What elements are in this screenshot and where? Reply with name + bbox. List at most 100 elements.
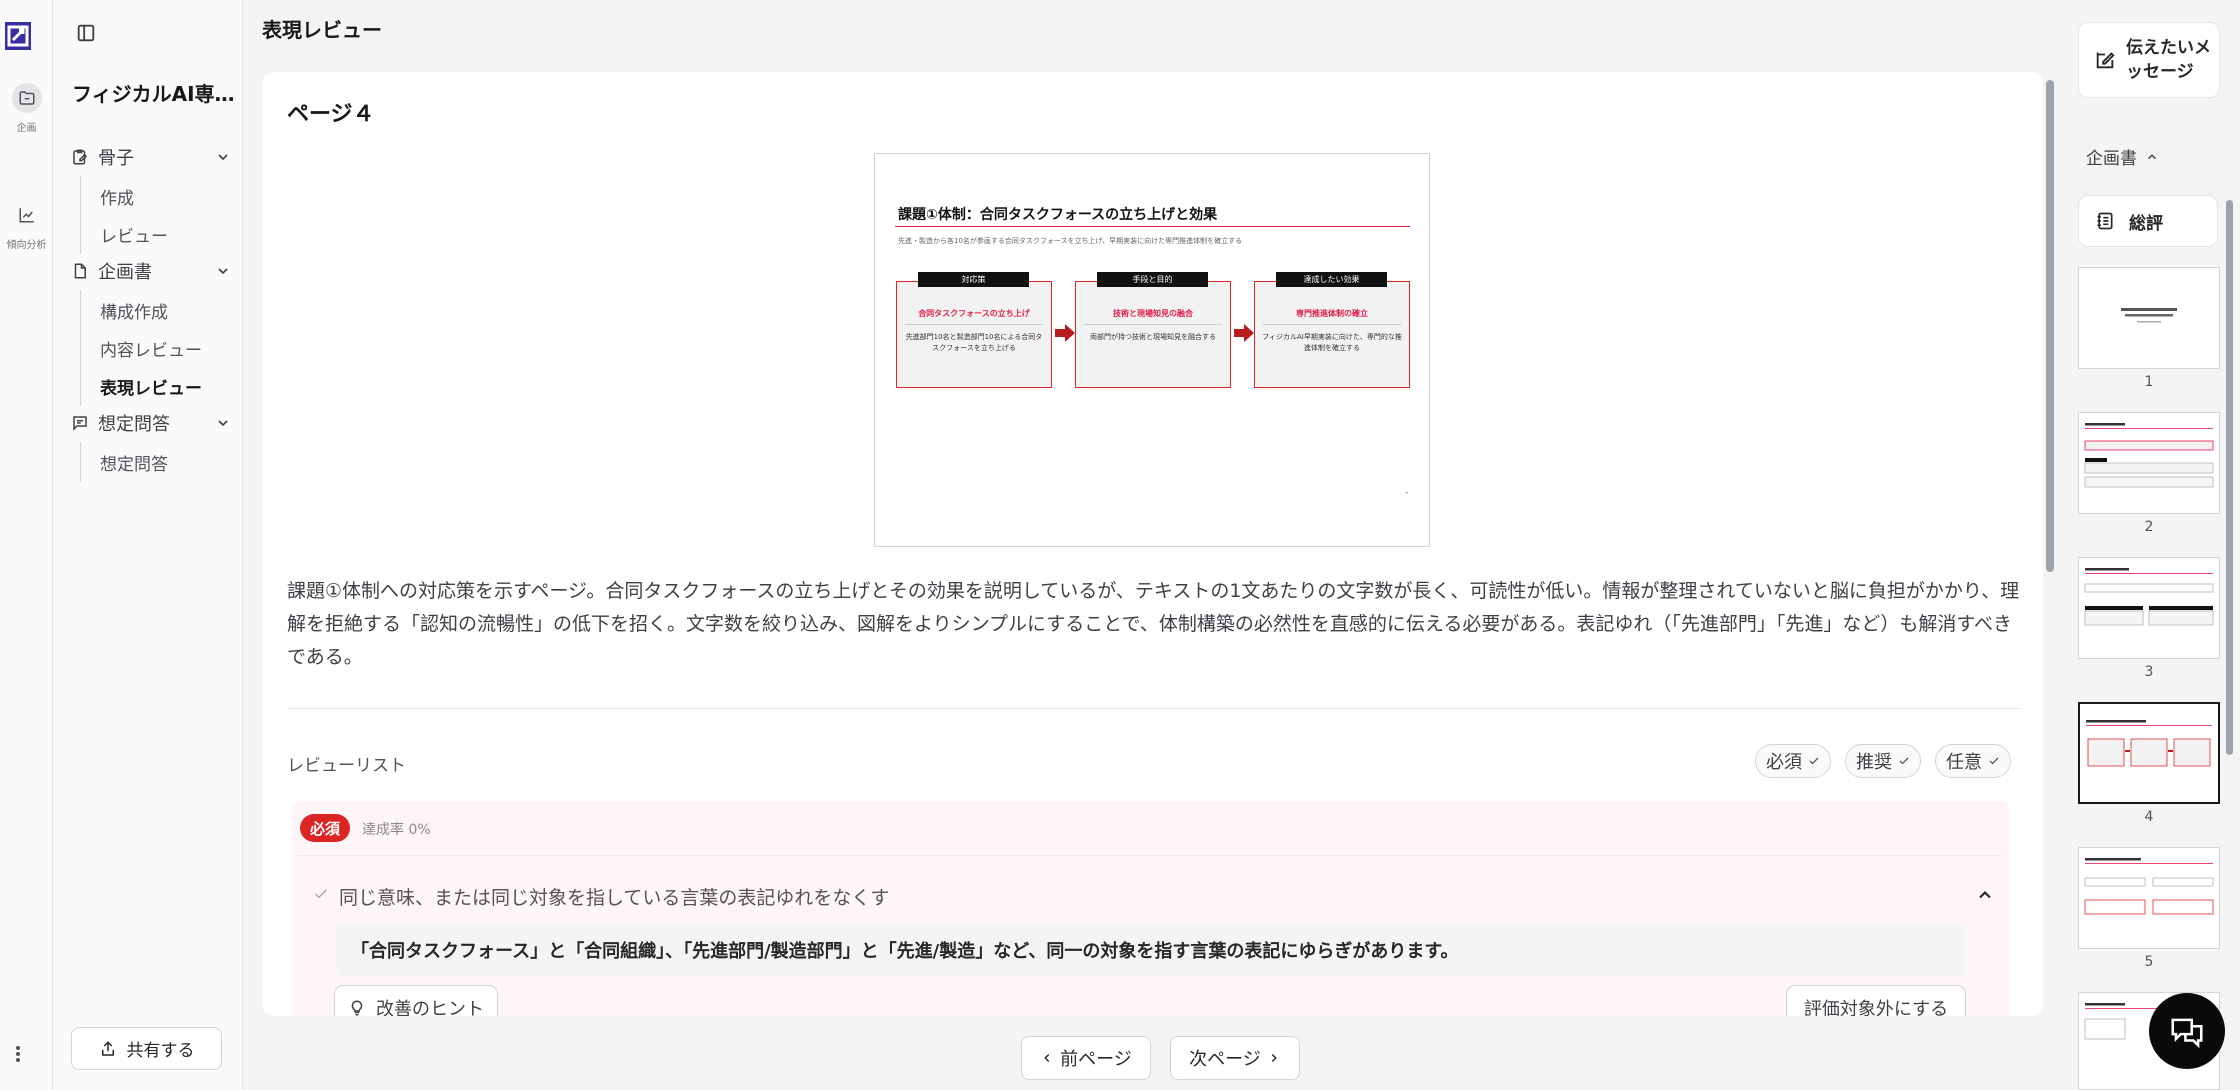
line-chart-icon <box>12 200 42 230</box>
check-icon <box>1809 757 1819 765</box>
filter-required[interactable]: 必須 <box>1755 744 1831 778</box>
main-scrollbar[interactable] <box>2046 80 2054 572</box>
slide-column-rule <box>1263 324 1401 325</box>
review-card: ページ４ 課題①体制：合同タスクフォースの立ち上げと効果 先進・製造から各10名… <box>262 72 2043 1016</box>
page-thumbnail[interactable] <box>2078 557 2220 659</box>
check-icon <box>1899 757 1909 765</box>
page-thumbnail[interactable] <box>2078 412 2220 514</box>
nav-item-create[interactable]: 作成 <box>100 184 230 209</box>
project-title[interactable]: フィジカルAI専... <box>72 78 237 107</box>
nav-item-structure[interactable]: 構成作成 <box>100 298 230 323</box>
rail-item-trend-analysis[interactable]: 傾向分析 <box>0 200 53 251</box>
page-heading: 表現レビュー <box>262 18 382 42</box>
check-icon[interactable] <box>313 886 329 902</box>
thumbnail-scrollbar[interactable] <box>2226 200 2233 755</box>
nav-item-expression-review[interactable]: 表現レビュー <box>100 374 230 399</box>
key-message-button[interactable]: 伝えたいメッセージ <box>2078 22 2220 98</box>
slide-title-rule <box>895 226 1410 227</box>
chevron-left-icon <box>1044 1053 1050 1063</box>
nav-item-qa[interactable]: 想定問答 <box>100 450 230 475</box>
prev-page-label: 前ページ <box>1060 1049 1132 1070</box>
overall-review-button[interactable]: 総評 <box>2078 195 2218 247</box>
chat-icon <box>2171 1018 2203 1049</box>
slide-title: 課題①体制：合同タスクフォースの立ち上げと効果 <box>898 207 1218 223</box>
hint-label: 改善のヒント <box>376 999 484 1016</box>
improvement-hint-button[interactable]: 改善のヒント <box>334 985 498 1016</box>
more-vertical-icon[interactable] <box>8 1042 28 1066</box>
chat-button[interactable] <box>2149 993 2225 1069</box>
nav-section-outline[interactable]: 骨子 <box>71 142 231 172</box>
page-thumbnail[interactable] <box>2078 847 2220 949</box>
thumbnail-number: 3 <box>2144 664 2154 680</box>
slide-subtitle: 先進・製造から各10名が参画する合同タスクフォースを立ち上げ、早期実装に向けた専… <box>898 237 1243 245</box>
nav-section-label: 想定問答 <box>98 414 170 435</box>
review-list-label: レビューリスト <box>287 756 406 776</box>
divider <box>287 708 2020 709</box>
review-item-detail: 「合同タスクフォース」と「合同組織」、「先進部門/製造部門」と「先進/製造」など… <box>337 924 1965 976</box>
rail-item-plan[interactable]: 企画 <box>0 83 53 134</box>
thumbnail-preview <box>2086 720 2212 767</box>
sidebar-toggle-icon[interactable] <box>75 22 97 44</box>
page-title: ページ４ <box>287 102 375 127</box>
thumbnail-number: 2 <box>2144 519 2154 535</box>
slide-column-text: 先進部門10名と製造部門10名による合同タスクフォースを立ち上げる <box>905 333 1043 352</box>
chevron-up-icon[interactable] <box>1975 885 1995 905</box>
nav-tree-line <box>80 290 81 406</box>
nav-section-label: 骨子 <box>98 148 134 169</box>
divider <box>297 855 2002 856</box>
next-page-button[interactable]: 次ページ <box>1170 1036 1300 1080</box>
nav-item-content-review[interactable]: 内容レビュー <box>100 336 230 361</box>
nav-item-outline-review[interactable]: レビュー <box>100 222 230 247</box>
review-group-required: 必須 達成率 0% 同じ意味、または同じ対象を指している言葉の表記ゆれをなくす … <box>292 801 2010 1016</box>
filter-label: 推奨 <box>1856 752 1892 773</box>
next-page-label: 次ページ <box>1189 1049 1261 1070</box>
app-logo-icon[interactable] <box>5 22 31 50</box>
slide-column-rule <box>905 324 1043 325</box>
nav-section-label: 企画書 <box>98 262 152 283</box>
proposal-section-toggle[interactable]: 企画書 <box>2086 144 2159 169</box>
folder-icon <box>11 83 42 113</box>
slide-arrow-icon <box>1055 324 1075 342</box>
thumbnail-number: 4 <box>2144 809 2154 825</box>
slide-column: 専門推進体制の確立 フィジカルAI早期実装に向けた、専門的な推進体制を確立する <box>1254 281 1410 388</box>
chevron-down-icon <box>218 420 228 427</box>
page-thumbnail-active[interactable] <box>2078 702 2220 804</box>
message-square-icon <box>73 416 87 431</box>
slide-column-text: フィジカルAI早期実装に向けた、専門的な推進体制を確立する <box>1262 333 1402 352</box>
share-button[interactable]: 共有する <box>71 1027 222 1070</box>
thumbnail-preview <box>2084 423 2214 488</box>
notebook-icon <box>2097 212 2113 230</box>
nav-section-qa[interactable]: 想定問答 <box>71 408 231 438</box>
slide-column-text: 両部門が持つ技術と現場知見を融合する <box>1090 333 1216 341</box>
thumbnail-preview <box>2084 568 2214 626</box>
slide-column-heading: 合同タスクフォースの立ち上げ <box>918 309 1030 318</box>
slide-preview: 課題①体制：合同タスクフォースの立ち上げと効果 先進・製造から各10名が参画する… <box>874 153 1430 547</box>
page-review-summary: 課題①体制への対応策を示すページ。合同タスクフォースの立ち上げとその効果を説明し… <box>287 580 2020 668</box>
review-item-title[interactable]: 同じ意味、または同じ対象を指している言葉の表記ゆれをなくす <box>339 883 889 910</box>
nav-section-proposal[interactable]: 企画書 <box>71 256 231 286</box>
chevron-down-icon <box>218 268 228 275</box>
share-icon <box>101 1040 114 1056</box>
clipboard-edit-icon <box>73 149 88 165</box>
document-icon <box>74 263 86 279</box>
slide-column-heading: 専門推進体制の確立 <box>1296 309 1368 318</box>
slide-column-tag: 手段と目的 <box>1097 272 1208 287</box>
rail-item-label: 傾向分析 <box>6 240 47 251</box>
slide-column-rule <box>1084 324 1222 325</box>
nav-tree-line <box>80 442 81 482</box>
thumbnail-number: 5 <box>2144 954 2154 970</box>
filter-recommended[interactable]: 推奨 <box>1845 744 1921 778</box>
exclude-button[interactable]: 評価対象外にする <box>1786 985 1966 1016</box>
chevron-right-icon <box>1271 1053 1277 1063</box>
nav-tree-line <box>80 176 81 254</box>
page-thumbnail[interactable] <box>2078 267 2220 369</box>
thumbnail-preview <box>2121 308 2177 323</box>
prev-page-button[interactable]: 前ページ <box>1021 1036 1151 1080</box>
required-badge: 必須 <box>300 814 350 842</box>
key-message-label: 伝えたいメッセージ <box>2126 38 2211 82</box>
chevron-down-icon <box>218 154 228 161</box>
filter-optional[interactable]: 任意 <box>1935 744 2011 778</box>
thumbnail-preview <box>2084 858 2214 915</box>
filter-label: 必須 <box>1766 752 1802 773</box>
slide-page-mark: • <box>1405 490 1409 497</box>
